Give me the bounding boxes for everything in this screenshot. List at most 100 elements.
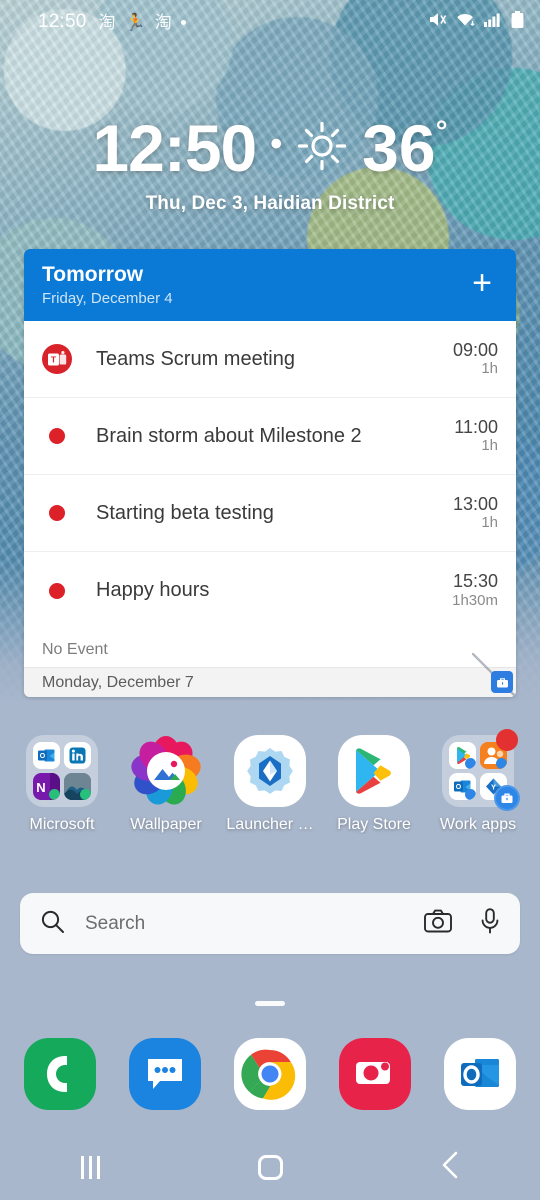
mute-icon	[429, 11, 448, 33]
app-label: Wallpaper	[130, 816, 202, 833]
app-folder-work-apps[interactable]: O Y Work apps	[430, 729, 526, 834]
event-duration: 1h	[481, 514, 498, 532]
event-duration: 1h	[481, 437, 498, 455]
event-duration: 1h	[481, 360, 498, 378]
microphone-icon[interactable]	[480, 908, 500, 939]
event-title: Starting beta testing	[96, 501, 274, 524]
event-icon-wrap: T	[42, 344, 96, 374]
camera-icon[interactable]	[424, 909, 452, 938]
search-icon	[40, 909, 65, 939]
calendar-title: Tomorrow	[42, 263, 144, 287]
event-icon-wrap	[42, 582, 96, 599]
calendar-widget[interactable]: Tomorrow Friday, December 4 + T Teams Sc…	[24, 249, 516, 697]
back-button[interactable]	[405, 1142, 495, 1192]
table-row[interactable]: T Teams Scrum meeting 09:00 1h	[24, 321, 516, 398]
app-play-store[interactable]: Play Store	[326, 735, 422, 834]
svg-text:T: T	[50, 354, 56, 364]
outlook-icon	[444, 1038, 516, 1110]
work-lock-icon	[495, 758, 507, 769]
photo-thumbnail-icon	[63, 772, 91, 800]
event-icon-wrap	[42, 428, 96, 444]
app-label: Launcher …	[226, 816, 314, 833]
status-bar-notification-icons: 淘 🏃 淘	[99, 14, 186, 31]
page-indicator[interactable]	[255, 1001, 285, 1006]
event-start-time: 09:00	[452, 339, 498, 360]
event-time-group: 09:00 1h	[453, 340, 498, 379]
sun-icon	[296, 120, 348, 177]
teams-icon: T	[42, 344, 72, 374]
calendar-header-text: Tomorrow Friday, December 4	[42, 263, 466, 306]
svg-text:Y: Y	[490, 782, 495, 791]
signal-icon	[484, 11, 503, 33]
add-event-button[interactable]: +	[466, 266, 498, 304]
launcher-settings-icon[interactable]	[234, 735, 306, 807]
outlook-icon: O	[449, 772, 476, 800]
linkedin-icon	[63, 742, 91, 769]
clock-weather-widget[interactable]: 12:50 • 36 ° Thu, Dec 3, Haidian Distric…	[0, 115, 540, 215]
taobao-icon: 淘	[98, 12, 116, 32]
work-apps-folder-icon[interactable]: O Y	[442, 729, 520, 811]
degree-symbol: °	[435, 115, 448, 148]
briefcase-icon	[491, 671, 513, 693]
battery-icon	[511, 10, 524, 34]
event-title: Teams Scrum meeting	[96, 347, 295, 370]
outlook-icon: O	[33, 742, 60, 769]
svg-text:N: N	[36, 780, 45, 795]
clock-time[interactable]: 12:50	[92, 115, 257, 181]
svg-text:O: O	[456, 783, 462, 790]
event-time-group: 13:00 1h	[453, 494, 498, 533]
app-label: Play Store	[337, 816, 411, 833]
add-badge-icon	[49, 788, 60, 800]
recents-button[interactable]	[45, 1142, 135, 1192]
navigation-bar	[0, 1134, 540, 1200]
status-bar-system-icons	[429, 10, 524, 34]
folder-preview: O N	[26, 735, 98, 807]
microsoft-folder-icon[interactable]: O N	[26, 735, 98, 807]
dot-icon	[49, 505, 65, 521]
dock-item-outlook[interactable]	[444, 1038, 516, 1110]
app-launcher-settings[interactable]: Launcher …	[222, 735, 318, 834]
wallpaper-icon[interactable]	[130, 735, 202, 807]
home-button[interactable]	[225, 1142, 315, 1192]
app-label: Work apps	[439, 816, 517, 833]
table-row[interactable]: Starting beta testing 13:00 1h	[24, 475, 516, 552]
dock-item-chrome[interactable]	[234, 1038, 306, 1110]
app-folder-microsoft[interactable]: O N Microsoft	[14, 735, 110, 834]
event-title: Happy hours	[96, 579, 210, 601]
dock-item-camera[interactable]	[339, 1038, 411, 1110]
notification-badge-icon	[496, 729, 518, 751]
table-row[interactable]: Brain storm about Milestone 2 11:00 1h	[24, 398, 516, 475]
event-title: Brain storm about Milestone 2	[96, 424, 362, 447]
status-bar[interactable]: 12:50 淘 🏃 淘	[0, 0, 540, 44]
status-bar-clock: 12:50	[38, 11, 87, 32]
back-icon	[439, 1150, 461, 1185]
event-icon-wrap	[42, 505, 96, 521]
clock-separator: •	[270, 125, 283, 163]
no-event-label: No Event	[42, 641, 108, 658]
play-store-icon[interactable]	[338, 735, 410, 807]
phone-icon	[24, 1038, 96, 1110]
search-bar[interactable]: Search	[20, 893, 520, 954]
weather-temperature-group[interactable]: 36 °	[362, 115, 447, 181]
calendar-widget-header[interactable]: Tomorrow Friday, December 4 +	[24, 249, 516, 321]
app-wallpaper[interactable]: Wallpaper	[118, 735, 214, 834]
event-duration: 1h30m	[452, 591, 498, 609]
onenote-icon: N	[33, 772, 60, 800]
sports-icon: 🏃	[124, 12, 146, 32]
play-store-tile	[338, 735, 410, 807]
dock-item-phone[interactable]	[24, 1038, 96, 1110]
event-start-time: 15:30	[452, 571, 498, 592]
footer-date-label: Monday, December 7	[42, 673, 194, 691]
calendar-event-list: T Teams Scrum meeting 09:00 1h Brain sto…	[24, 321, 516, 663]
camera-app-icon	[339, 1038, 411, 1110]
calendar-footer-date[interactable]: Monday, December 7	[24, 667, 516, 697]
calendar-subtitle: Friday, December 4	[42, 289, 173, 307]
date-location-label: Thu, Dec 3, Haidian District	[145, 193, 395, 214]
chrome-icon	[234, 1038, 306, 1110]
briefcase-icon	[494, 785, 520, 811]
play-store-icon	[449, 742, 476, 769]
search-input[interactable]: Search	[85, 913, 424, 935]
app-label: Microsoft	[29, 816, 95, 833]
dock-item-messages[interactable]	[129, 1038, 201, 1110]
table-row[interactable]: Happy hours 15:30 1h30m	[24, 552, 516, 629]
